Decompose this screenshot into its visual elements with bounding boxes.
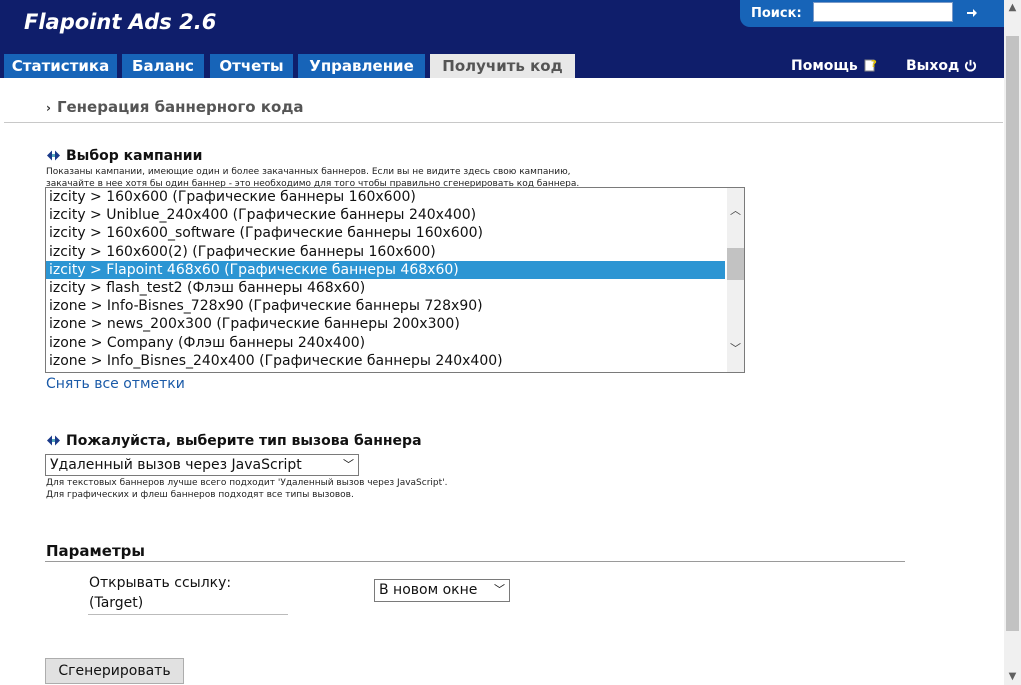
tab-statistics[interactable]: Статистика: [4, 54, 117, 78]
call-type-section-title: Пожалуйста, выберите тип вызова баннера: [46, 433, 422, 449]
params-title: Параметры: [46, 542, 145, 560]
svg-text:?: ?: [871, 59, 877, 70]
page-scrollbar[interactable]: ▲ ▼: [1004, 0, 1021, 685]
tab-get-code[interactable]: Получить код: [430, 54, 575, 78]
tab-balance[interactable]: Баланс: [122, 54, 204, 78]
scroll-up-icon[interactable]: ▲: [1004, 0, 1021, 16]
target-label-line: Открывать ссылку:: [89, 575, 232, 591]
help-label: Помощь: [791, 58, 858, 74]
tab-reports[interactable]: Отчеты: [210, 54, 293, 78]
breadcrumb: › Генерация баннерного кода: [46, 98, 304, 116]
help-icon: ?: [863, 58, 877, 76]
header-bar: Flapoint Ads 2.6 Поиск: Статистика Балан…: [0, 0, 1004, 78]
page-title: Генерация баннерного кода: [56, 98, 304, 116]
exit-label: Выход: [906, 58, 960, 74]
target-select[interactable]: В новом окне ﹀: [374, 579, 510, 602]
chevron-up-icon[interactable]: ︿: [727, 202, 744, 218]
search-box: Поиск:: [740, 0, 1004, 27]
target-label: Открывать ссылку: (Target): [89, 573, 231, 613]
power-icon: [964, 59, 977, 76]
campaign-option[interactable]: izcity > 160x600_software (Графические б…: [46, 224, 744, 242]
exit-link[interactable]: Выход: [906, 58, 977, 76]
search-input[interactable]: [813, 2, 953, 22]
target-value: В новом окне: [379, 582, 478, 598]
clear-selection-link[interactable]: Снять все отметки: [46, 376, 185, 392]
search-label: Поиск:: [751, 6, 802, 21]
generate-button[interactable]: Сгенерировать: [45, 658, 184, 684]
diamond-arrows-icon: [47, 435, 60, 446]
campaign-option[interactable]: izcity > 160x600 (Графические баннеры 16…: [46, 188, 744, 206]
listbox-scrollbar[interactable]: ︿ ﹀: [727, 188, 744, 372]
call-type-note-line: Для текстовых баннеров лучше всего подхо…: [46, 478, 448, 488]
campaign-note-line: Показаны кампании, имеющие один и более …: [46, 167, 571, 177]
chevron-down-icon: ﹀: [494, 583, 505, 596]
campaign-option[interactable]: izone > news_200x300 (Графические баннер…: [46, 315, 744, 333]
call-type-note: Для текстовых баннеров лучше всего подхо…: [46, 477, 448, 501]
campaign-option[interactable]: izcity > 160x600(2) (Графические баннеры…: [46, 243, 744, 261]
call-type-value: Удаленный вызов через JavaScript: [50, 457, 302, 473]
tab-management[interactable]: Управление: [298, 54, 425, 78]
divider: [88, 614, 288, 615]
divider: [45, 561, 905, 562]
search-go-icon[interactable]: [964, 5, 980, 21]
chevron-right-icon: ›: [46, 101, 51, 115]
chevron-down-icon: ﹀: [343, 458, 354, 471]
call-type-select[interactable]: Удаленный вызов через JavaScript ﹀: [45, 454, 359, 476]
campaign-option[interactable]: izone > Info_Bisnes_240x400 (Графические…: [46, 352, 744, 370]
chevron-down-icon[interactable]: ﹀: [727, 340, 744, 356]
scroll-down-icon[interactable]: ▼: [1004, 669, 1021, 685]
campaign-section-title: Выбор кампании: [46, 148, 202, 164]
campaign-option[interactable]: izone > Info-Bisnes_728x90 (Графические …: [46, 297, 744, 315]
app-title: Flapoint Ads 2.6: [24, 10, 217, 34]
diamond-arrows-icon: [47, 150, 60, 161]
campaign-listbox[interactable]: izcity > 160x600 (Графические баннеры 16…: [45, 187, 745, 373]
page-scrollbar-thumb[interactable]: [1006, 36, 1019, 631]
campaign-option[interactable]: izone > Company (Флэш баннеры 240x400): [46, 334, 744, 352]
help-link[interactable]: Помощь?: [791, 58, 877, 76]
target-label-line: (Target): [89, 595, 144, 611]
listbox-scrollbar-thumb[interactable]: [727, 248, 744, 280]
divider: [4, 122, 1003, 123]
call-type-note-line: Для графических и флеш баннеров подходят…: [46, 490, 354, 500]
campaign-option-selected[interactable]: izcity > Flapoint 468x60 (Графические ба…: [46, 260, 725, 279]
campaign-option[interactable]: izcity > Uniblue_240x400 (Графические ба…: [46, 206, 744, 224]
campaign-option[interactable]: izcity > flash_test2 (Флэш баннеры 468x6…: [46, 279, 744, 297]
